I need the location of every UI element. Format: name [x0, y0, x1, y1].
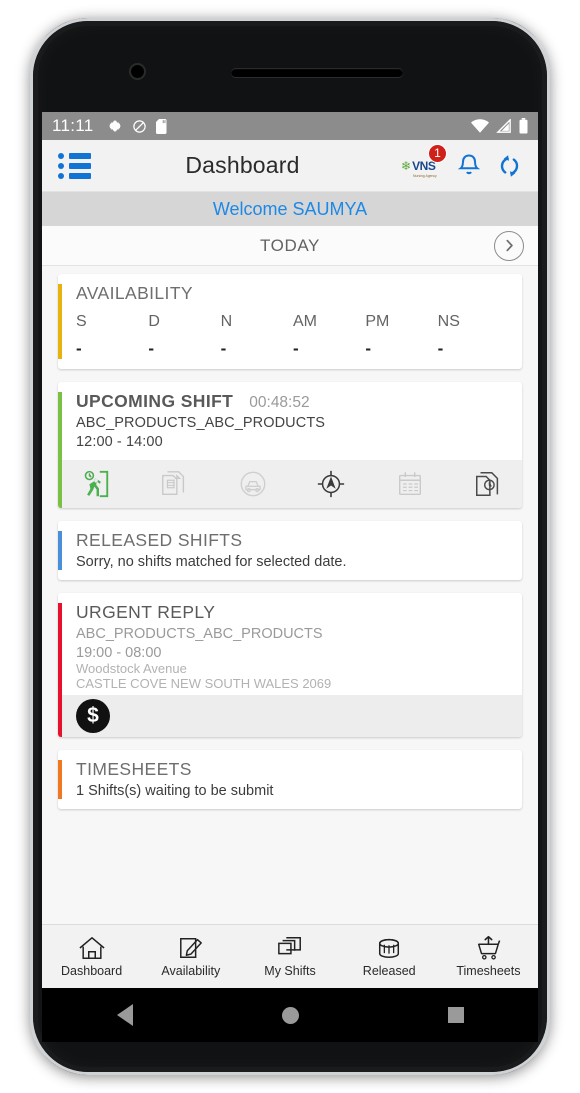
- availability-title: AVAILABILITY: [76, 283, 193, 303]
- status-bar-left-icons: [107, 118, 168, 134]
- sync-refresh-icon[interactable]: [497, 153, 522, 179]
- home-circle-icon[interactable]: [281, 1006, 299, 1024]
- documents-icon[interactable]: [154, 469, 194, 499]
- released-shifts-card[interactable]: RELEASED SHIFTS Sorry, no shifts matched…: [58, 521, 522, 580]
- urgent-reply-address-line1: Woodstock Avenue: [76, 661, 187, 676]
- leaf-icon: ❄: [401, 158, 412, 173]
- clock-in-person-icon[interactable]: [76, 469, 116, 499]
- nav-label-timesheets: Timesheets: [456, 964, 521, 978]
- nav-label-dashboard: Dashboard: [61, 964, 123, 978]
- date-bar-label: TODAY: [260, 235, 320, 255]
- android-system-nav: [42, 988, 538, 1042]
- availability-key: N: [220, 313, 233, 330]
- availability-key: NS: [437, 313, 460, 330]
- upcoming-shift-client: ABC_PRODUCTS_ABC_PRODUCTS: [76, 415, 326, 431]
- nav-item-timesheets[interactable]: Timesheets: [439, 935, 538, 978]
- availability-column: AM -: [293, 313, 365, 359]
- vns-logo-tagline: Nursing Agency: [413, 173, 437, 178]
- urgent-reply-client: ABC_PRODUCTS_ABC_PRODUCTS: [76, 626, 323, 642]
- cart-upload-icon: [478, 935, 501, 960]
- phone-screen: 11:11 Dashboard ❄ VNS Nursing Agency 1 W…: [42, 112, 538, 988]
- wifi-icon: [471, 119, 489, 133]
- urgent-reply-title: URGENT REPLY: [76, 602, 216, 622]
- released-shifts-message: Sorry, no shifts matched for selected da…: [76, 554, 347, 570]
- battery-icon: [519, 118, 528, 134]
- notification-badge: 1: [428, 143, 447, 163]
- bell-icon[interactable]: [457, 153, 481, 179]
- status-bar-clock: 11:11: [52, 116, 94, 135]
- vns-logo[interactable]: ❄ VNS Nursing Agency 1: [401, 143, 447, 179]
- dashboard-content: AVAILABILITY S - D - N - AM - PM - NS - …: [42, 266, 538, 924]
- availability-value: -: [437, 339, 444, 358]
- availability-key: AM: [292, 313, 317, 330]
- availability-value: -: [292, 339, 299, 358]
- urgent-reply-time: 19:00 - 08:00: [76, 645, 162, 661]
- availability-grid: S - D - N - AM - PM - NS -: [76, 313, 510, 359]
- nav-item-my-shifts[interactable]: My Shifts: [240, 935, 339, 978]
- page-title: Dashboard: [185, 152, 300, 178]
- availability-key: S: [76, 313, 87, 330]
- status-bar: 11:11: [42, 112, 538, 140]
- nav-item-availability[interactable]: Availability: [141, 935, 240, 978]
- urgent-reply-card[interactable]: URGENT REPLY ABC_PRODUCTS_ABC_PRODUCTS 1…: [58, 593, 522, 737]
- nav-label-availability: Availability: [161, 964, 221, 978]
- availability-column: NS -: [438, 313, 510, 359]
- upcoming-shift-timer: 00:48:52: [249, 394, 310, 411]
- availability-card[interactable]: AVAILABILITY S - D - N - AM - PM - NS -: [58, 274, 522, 369]
- upcoming-shift-title: UPCOMING SHIFT: [76, 391, 234, 411]
- mute-icon: [132, 119, 146, 133]
- date-bar: TODAY: [42, 226, 538, 266]
- app-bar: Dashboard ❄ VNS Nursing Agency 1: [42, 140, 538, 192]
- availability-key: D: [148, 313, 160, 330]
- upcoming-shift-card[interactable]: UPCOMING SHIFT 00:48:52 ABC_PRODUCTS_ABC…: [58, 382, 522, 508]
- back-triangle-icon[interactable]: [116, 1004, 133, 1026]
- availability-key: PM: [365, 313, 390, 330]
- car-travel-icon[interactable]: [233, 469, 273, 499]
- timesheet-clock-icon[interactable]: [468, 469, 508, 499]
- availability-column: D -: [148, 313, 220, 359]
- urgent-reply-address-line2: CASTLE COVE NEW SOUTH WALES 2069: [76, 676, 332, 691]
- front-camera-icon: [129, 63, 146, 80]
- dollar-badge-icon[interactable]: $: [76, 699, 110, 733]
- availability-value: -: [365, 339, 371, 358]
- welcome-banner: Welcome SAUMYA: [42, 192, 538, 226]
- recents-square-icon[interactable]: [447, 1007, 464, 1023]
- chevron-right-circle-icon[interactable]: [494, 230, 524, 261]
- bottom-navigation: Dashboard Availability My Shifts Release…: [42, 924, 538, 988]
- nav-item-released[interactable]: Released: [340, 935, 439, 978]
- availability-value: -: [148, 339, 154, 358]
- availability-column: N -: [221, 313, 293, 359]
- edit-square-icon: [179, 937, 202, 959]
- availability-value: -: [76, 339, 82, 358]
- nav-item-dashboard[interactable]: Dashboard: [42, 935, 141, 978]
- timesheets-card[interactable]: TIMESHEETS 1 Shifts(s) waiting to be sub…: [58, 750, 522, 809]
- navigate-compass-icon[interactable]: [311, 469, 351, 499]
- cell-signal-icon: [496, 119, 511, 133]
- sd-card-icon: [155, 118, 167, 134]
- availability-column: PM -: [365, 313, 437, 359]
- status-bar-right-icons: [471, 118, 528, 134]
- availability-value: -: [220, 339, 227, 358]
- gear-icon: [108, 120, 121, 132]
- nav-label-my-shifts: My Shifts: [264, 964, 316, 978]
- calendar-icon[interactable]: [390, 469, 430, 499]
- upcoming-shift-time: 12:00 - 14:00: [76, 434, 163, 450]
- availability-column: S -: [76, 313, 148, 359]
- earpiece-speaker: [231, 68, 403, 77]
- home-icon: [79, 937, 105, 959]
- app-bar-actions: ❄ VNS Nursing Agency 1: [401, 143, 522, 179]
- urgent-reply-footer: $: [62, 695, 522, 737]
- nav-label-released: Released: [362, 964, 416, 978]
- shift-action-strip: [62, 460, 522, 508]
- layered-cards-icon: [278, 937, 301, 955]
- timesheets-message: 1 Shifts(s) waiting to be submit: [76, 783, 274, 799]
- released-shifts-title: RELEASED SHIFTS: [76, 530, 243, 550]
- timesheets-title: TIMESHEETS: [76, 759, 192, 779]
- paint-bucket-icon: [379, 938, 400, 959]
